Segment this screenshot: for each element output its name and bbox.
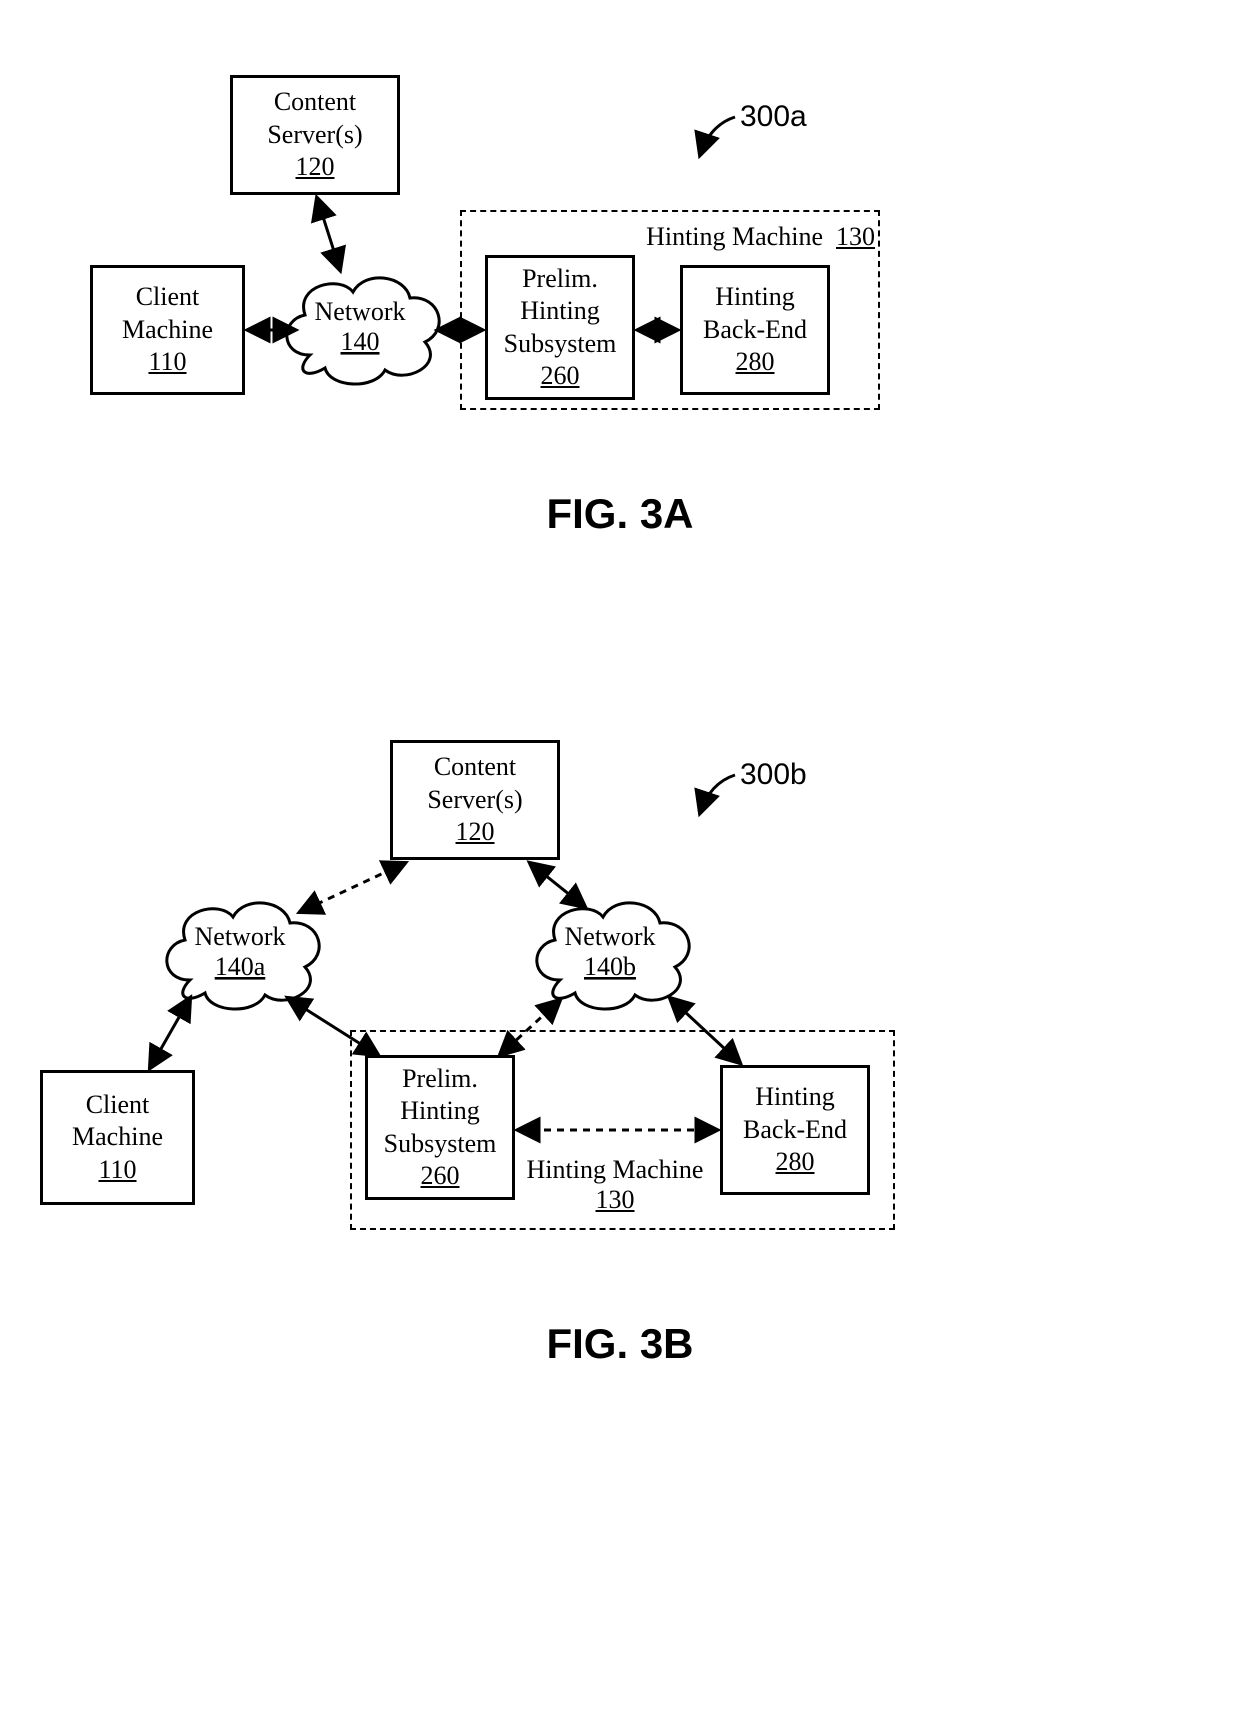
label: Back-End	[703, 314, 807, 347]
label: 300a	[740, 100, 807, 133]
ref-number: 130	[836, 222, 875, 251]
arrow-content-network-a	[317, 198, 340, 270]
label: Hinting Machine	[646, 222, 823, 251]
arrow-neta-client	[150, 998, 190, 1068]
ref-number: 140a	[215, 952, 266, 981]
box-content-servers-b: Content Server(s) 120	[390, 740, 560, 860]
box-client-machine-a: Client Machine 110	[90, 265, 245, 395]
box-hinting-backend-a: Hinting Back-End 280	[680, 265, 830, 395]
label: Client	[86, 1089, 150, 1122]
leader-300a	[700, 117, 735, 155]
label: Client	[136, 281, 200, 314]
label: Content	[274, 86, 356, 119]
figure-caption-b: FIG. 3B	[0, 1320, 1240, 1368]
label: Server(s)	[267, 119, 362, 152]
label: Machine	[72, 1121, 163, 1154]
label: Prelim.	[402, 1063, 478, 1096]
label: Prelim.	[522, 263, 598, 296]
label: 300b	[740, 758, 807, 791]
label: Hinting Machine	[527, 1155, 704, 1184]
label: Back-End	[743, 1114, 847, 1147]
ref-number: 280	[736, 346, 775, 379]
label: Server(s)	[427, 784, 522, 817]
label: FIG. 3B	[546, 1320, 693, 1367]
cloud-network-b-left: Network 140a	[167, 903, 319, 1009]
box-hinting-backend-b: Hinting Back-End 280	[720, 1065, 870, 1195]
ref-number: 140b	[584, 952, 636, 981]
cloud-network-b-right: Network 140b	[537, 903, 689, 1009]
diagram-stage: Content Server(s) 120 Client Machine 110…	[0, 0, 1240, 1724]
ref-number: 130	[596, 1185, 635, 1214]
label: Hinting	[400, 1095, 479, 1128]
label: Network	[195, 922, 286, 951]
ref-number: 260	[421, 1160, 460, 1193]
ref-number: 260	[541, 360, 580, 393]
label: FIG. 3A	[546, 490, 693, 537]
label: Hinting	[755, 1081, 834, 1114]
arrow-content-neta-dashed	[300, 863, 405, 912]
group-label-hinting-machine-a: Hinting Machine 130	[605, 222, 875, 252]
label: Network	[565, 922, 656, 951]
box-client-machine-b: Client Machine 110	[40, 1070, 195, 1205]
label: Content	[434, 751, 516, 784]
arrow-content-netb	[530, 863, 585, 907]
label: Subsystem	[384, 1128, 497, 1161]
ref-number: 120	[456, 816, 495, 849]
label: Hinting	[520, 295, 599, 328]
figure-ref-b: 300b	[740, 758, 807, 792]
ref-number: 110	[98, 1154, 136, 1187]
ref-number: 110	[148, 346, 186, 379]
box-prelim-hinting-b: Prelim. Hinting Subsystem 260	[365, 1055, 515, 1200]
label: Subsystem	[504, 328, 617, 361]
figure-ref-a: 300a	[740, 100, 807, 134]
box-prelim-hinting-a: Prelim. Hinting Subsystem 260	[485, 255, 635, 400]
box-content-servers-a: Content Server(s) 120	[230, 75, 400, 195]
cloud-network-a: Network 140	[287, 278, 439, 384]
label: Hinting	[715, 281, 794, 314]
ref-number: 140	[341, 327, 380, 356]
label: Network	[315, 297, 406, 326]
leader-300b	[700, 775, 735, 813]
group-label-hinting-machine-b: Hinting Machine 130	[510, 1155, 720, 1215]
ref-number: 280	[776, 1146, 815, 1179]
ref-number: 120	[296, 151, 335, 184]
label: Machine	[122, 314, 213, 347]
figure-caption-a: FIG. 3A	[0, 490, 1240, 538]
